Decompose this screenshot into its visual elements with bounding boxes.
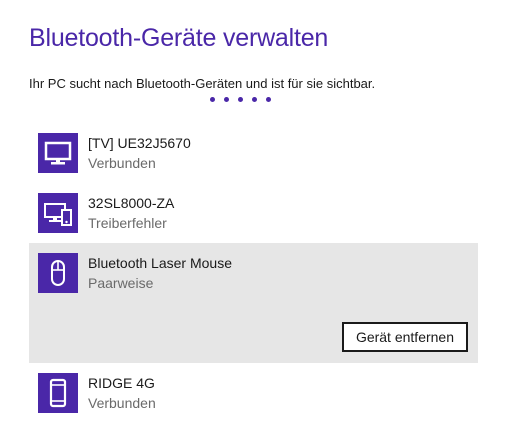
device-status: Verbunden: [88, 395, 156, 411]
device-name: RIDGE 4G: [88, 375, 155, 391]
progress-dot: [266, 97, 271, 102]
progress-dot: [252, 97, 257, 102]
progress-dot: [210, 97, 215, 102]
device-status: Paarweise: [88, 275, 154, 291]
devices-icon: [38, 193, 78, 233]
progress-dot: [238, 97, 243, 102]
device-list-item[interactable]: RIDGE 4G Verbunden: [29, 363, 478, 423]
page-subtitle: Ihr PC sucht nach Bluetooth-Geräten und …: [29, 76, 376, 91]
progress-dot: [224, 97, 229, 102]
page-title: Bluetooth-Geräte verwalten: [29, 24, 329, 52]
monitor-icon: [38, 133, 78, 173]
remove-device-button[interactable]: Gerät entfernen: [341, 322, 468, 352]
device-status: Treiberfehler: [88, 215, 167, 231]
device-list-item[interactable]: [TV] UE32J5670 Verbunden: [29, 123, 478, 183]
searching-progress-indicator: [210, 97, 271, 102]
device-name: Bluetooth Laser Mouse: [88, 255, 232, 271]
device-status: Verbunden: [88, 155, 156, 171]
device-name: 32SL8000-ZA: [88, 195, 175, 211]
device-list-item[interactable]: 32SL8000-ZA Treiberfehler: [29, 183, 478, 243]
mouse-icon: [38, 253, 78, 293]
phone-icon: [38, 373, 78, 413]
device-list-item-selected[interactable]: Bluetooth Laser Mouse Paarweise Gerät en…: [29, 243, 478, 363]
device-name: [TV] UE32J5670: [88, 135, 191, 151]
